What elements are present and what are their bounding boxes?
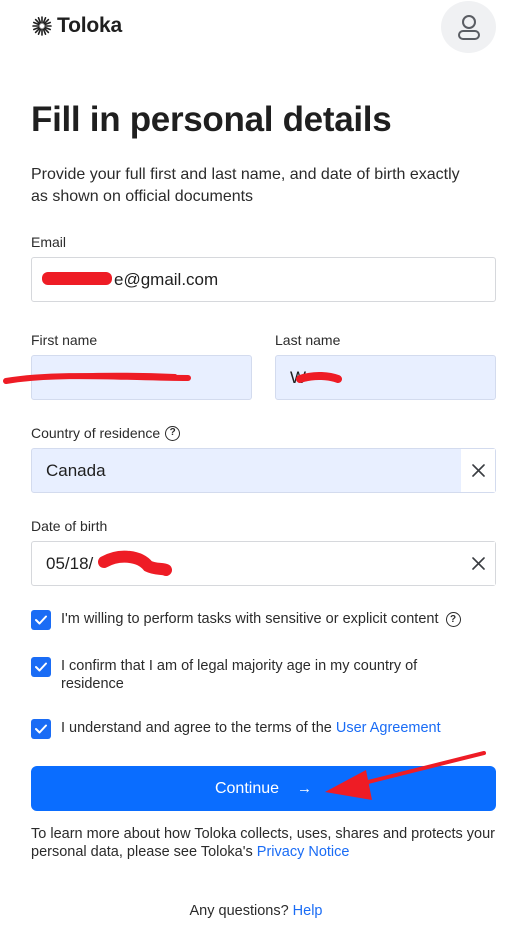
close-icon bbox=[471, 464, 485, 477]
privacy-notice-link[interactable]: Privacy Notice bbox=[257, 844, 350, 860]
avatar[interactable] bbox=[441, 1, 496, 53]
continue-label: Continue bbox=[214, 779, 280, 797]
arrow-right-icon: → bbox=[297, 780, 313, 797]
checkbox-label: I'm willing to perform tasks with sensit… bbox=[61, 611, 439, 627]
continue-button[interactable]: Continue → bbox=[31, 766, 496, 811]
checkbox-label: I confirm that I am of legal majority ag… bbox=[61, 658, 418, 692]
page-subtitle: Provide your full first and last name, a… bbox=[31, 166, 460, 205]
user-agreement-checkbox-row[interactable]: I understand and agree to the terms of t… bbox=[31, 719, 441, 739]
last-name-field[interactable]: W bbox=[275, 355, 496, 400]
logo-text: Toloka bbox=[57, 14, 122, 37]
check-icon bbox=[35, 724, 47, 734]
help-icon[interactable]: ? bbox=[445, 612, 461, 627]
last-name-value: W bbox=[290, 367, 307, 387]
checkbox-label: I understand and agree to the terms of t… bbox=[61, 720, 441, 736]
email-value: e@gmail.com bbox=[114, 269, 219, 289]
user-agreement-link[interactable]: User Agreement bbox=[336, 720, 441, 736]
privacy-text: To learn more about how Toloka collects,… bbox=[31, 826, 495, 860]
country-select[interactable]: Canada bbox=[31, 448, 496, 493]
sunburst-icon bbox=[32, 16, 52, 36]
country-clear-button[interactable] bbox=[461, 449, 495, 492]
page-title: Fill in personal details bbox=[31, 100, 392, 139]
sensitive-content-checkbox-row[interactable]: I'm willing to perform tasks with sensit… bbox=[31, 610, 461, 630]
dob-label: Date of birth bbox=[31, 518, 108, 534]
checkbox-checked[interactable] bbox=[31, 719, 51, 739]
user-icon bbox=[457, 15, 480, 40]
check-icon bbox=[35, 662, 47, 672]
last-name-label: Last name bbox=[275, 332, 341, 348]
header: Toloka bbox=[0, 0, 512, 56]
close-icon bbox=[471, 557, 485, 570]
redaction-mark bbox=[42, 272, 112, 285]
email-label: Email bbox=[31, 234, 67, 250]
checkbox-checked[interactable] bbox=[31, 657, 51, 677]
legal-age-checkbox-row[interactable]: I confirm that I am of legal majority ag… bbox=[31, 657, 471, 693]
help-text: Any questions? Help bbox=[189, 903, 323, 919]
help-icon[interactable]: ? bbox=[165, 425, 181, 441]
first-name-field[interactable] bbox=[31, 355, 252, 400]
first-name-label: First name bbox=[31, 332, 98, 348]
country-label: Country of residence ? bbox=[31, 425, 181, 441]
dob-clear-button[interactable] bbox=[461, 542, 495, 585]
check-icon bbox=[35, 615, 47, 625]
help-link[interactable]: Help bbox=[293, 903, 323, 919]
dob-value: 05/18/ bbox=[46, 553, 94, 573]
logo[interactable]: Toloka bbox=[31, 14, 122, 38]
checkbox-checked[interactable] bbox=[31, 610, 51, 630]
country-value: Canada bbox=[46, 460, 106, 480]
dob-field[interactable]: 05/18/ bbox=[31, 541, 496, 586]
